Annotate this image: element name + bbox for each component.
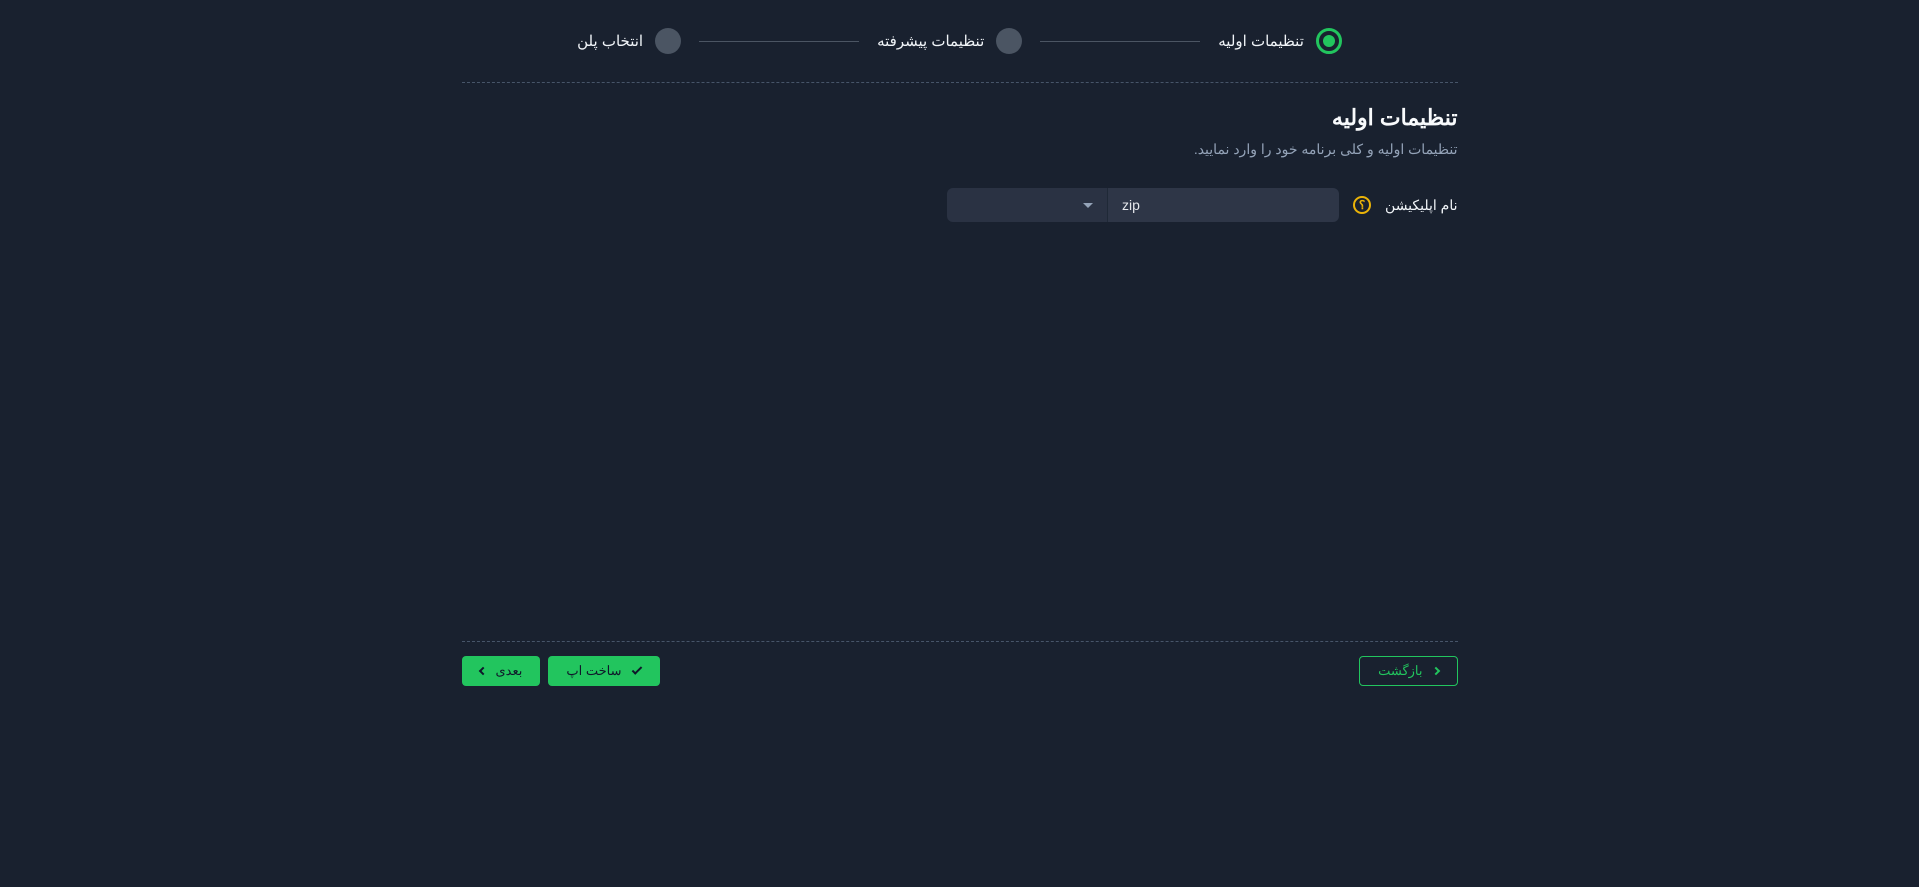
footer-primary-actions: ساخت اپ بعدی: [462, 656, 660, 686]
footer-actions: بازگشت ساخت اپ بعدی: [462, 656, 1458, 686]
app-name-label: نام اپلیکیشن: [1385, 197, 1457, 214]
type-select[interactable]: [947, 188, 1107, 222]
step-initial-settings[interactable]: تنظیمات اولیه: [1218, 28, 1342, 54]
step-label: تنظیمات پیشرفته: [877, 32, 984, 50]
next-button-label: بعدی: [496, 663, 523, 679]
content-panel: تنظیمات اولیه تنظیمات اولیه و کلی برنامه…: [462, 82, 1458, 642]
step-connector: [1040, 41, 1200, 42]
next-button[interactable]: بعدی: [462, 656, 541, 686]
create-app-button[interactable]: ساخت اپ: [548, 656, 659, 686]
chevron-right-icon: [1431, 667, 1439, 675]
check-icon: [631, 664, 642, 675]
back-button[interactable]: بازگشت: [1359, 656, 1457, 686]
chevron-left-icon: [478, 667, 486, 675]
form-row-app-name: نام اپلیکیشن ؟: [462, 188, 1458, 222]
step-label: تنظیمات اولیه: [1218, 32, 1304, 50]
step-connector: [699, 41, 859, 42]
help-icon[interactable]: ؟: [1353, 196, 1371, 214]
app-name-input[interactable]: [1107, 188, 1339, 222]
app-name-input-group: [947, 188, 1339, 222]
back-button-label: بازگشت: [1378, 663, 1422, 679]
step-plan-selection[interactable]: انتخاب پلن: [577, 28, 681, 54]
section-subtitle: تنظیمات اولیه و کلی برنامه خود را وارد ن…: [462, 141, 1458, 158]
step-advanced-settings[interactable]: تنظیمات پیشرفته: [877, 28, 1022, 54]
create-app-button-label: ساخت اپ: [566, 663, 621, 679]
step-indicator-icon: [655, 28, 681, 54]
step-indicator-active-icon: [1316, 28, 1342, 54]
section-title: تنظیمات اولیه: [462, 105, 1458, 131]
chevron-down-icon: [1083, 203, 1093, 208]
step-label: انتخاب پلن: [577, 32, 643, 50]
stepper: تنظیمات اولیه تنظیمات پیشرفته انتخاب پلن: [577, 28, 1342, 54]
step-indicator-icon: [996, 28, 1022, 54]
